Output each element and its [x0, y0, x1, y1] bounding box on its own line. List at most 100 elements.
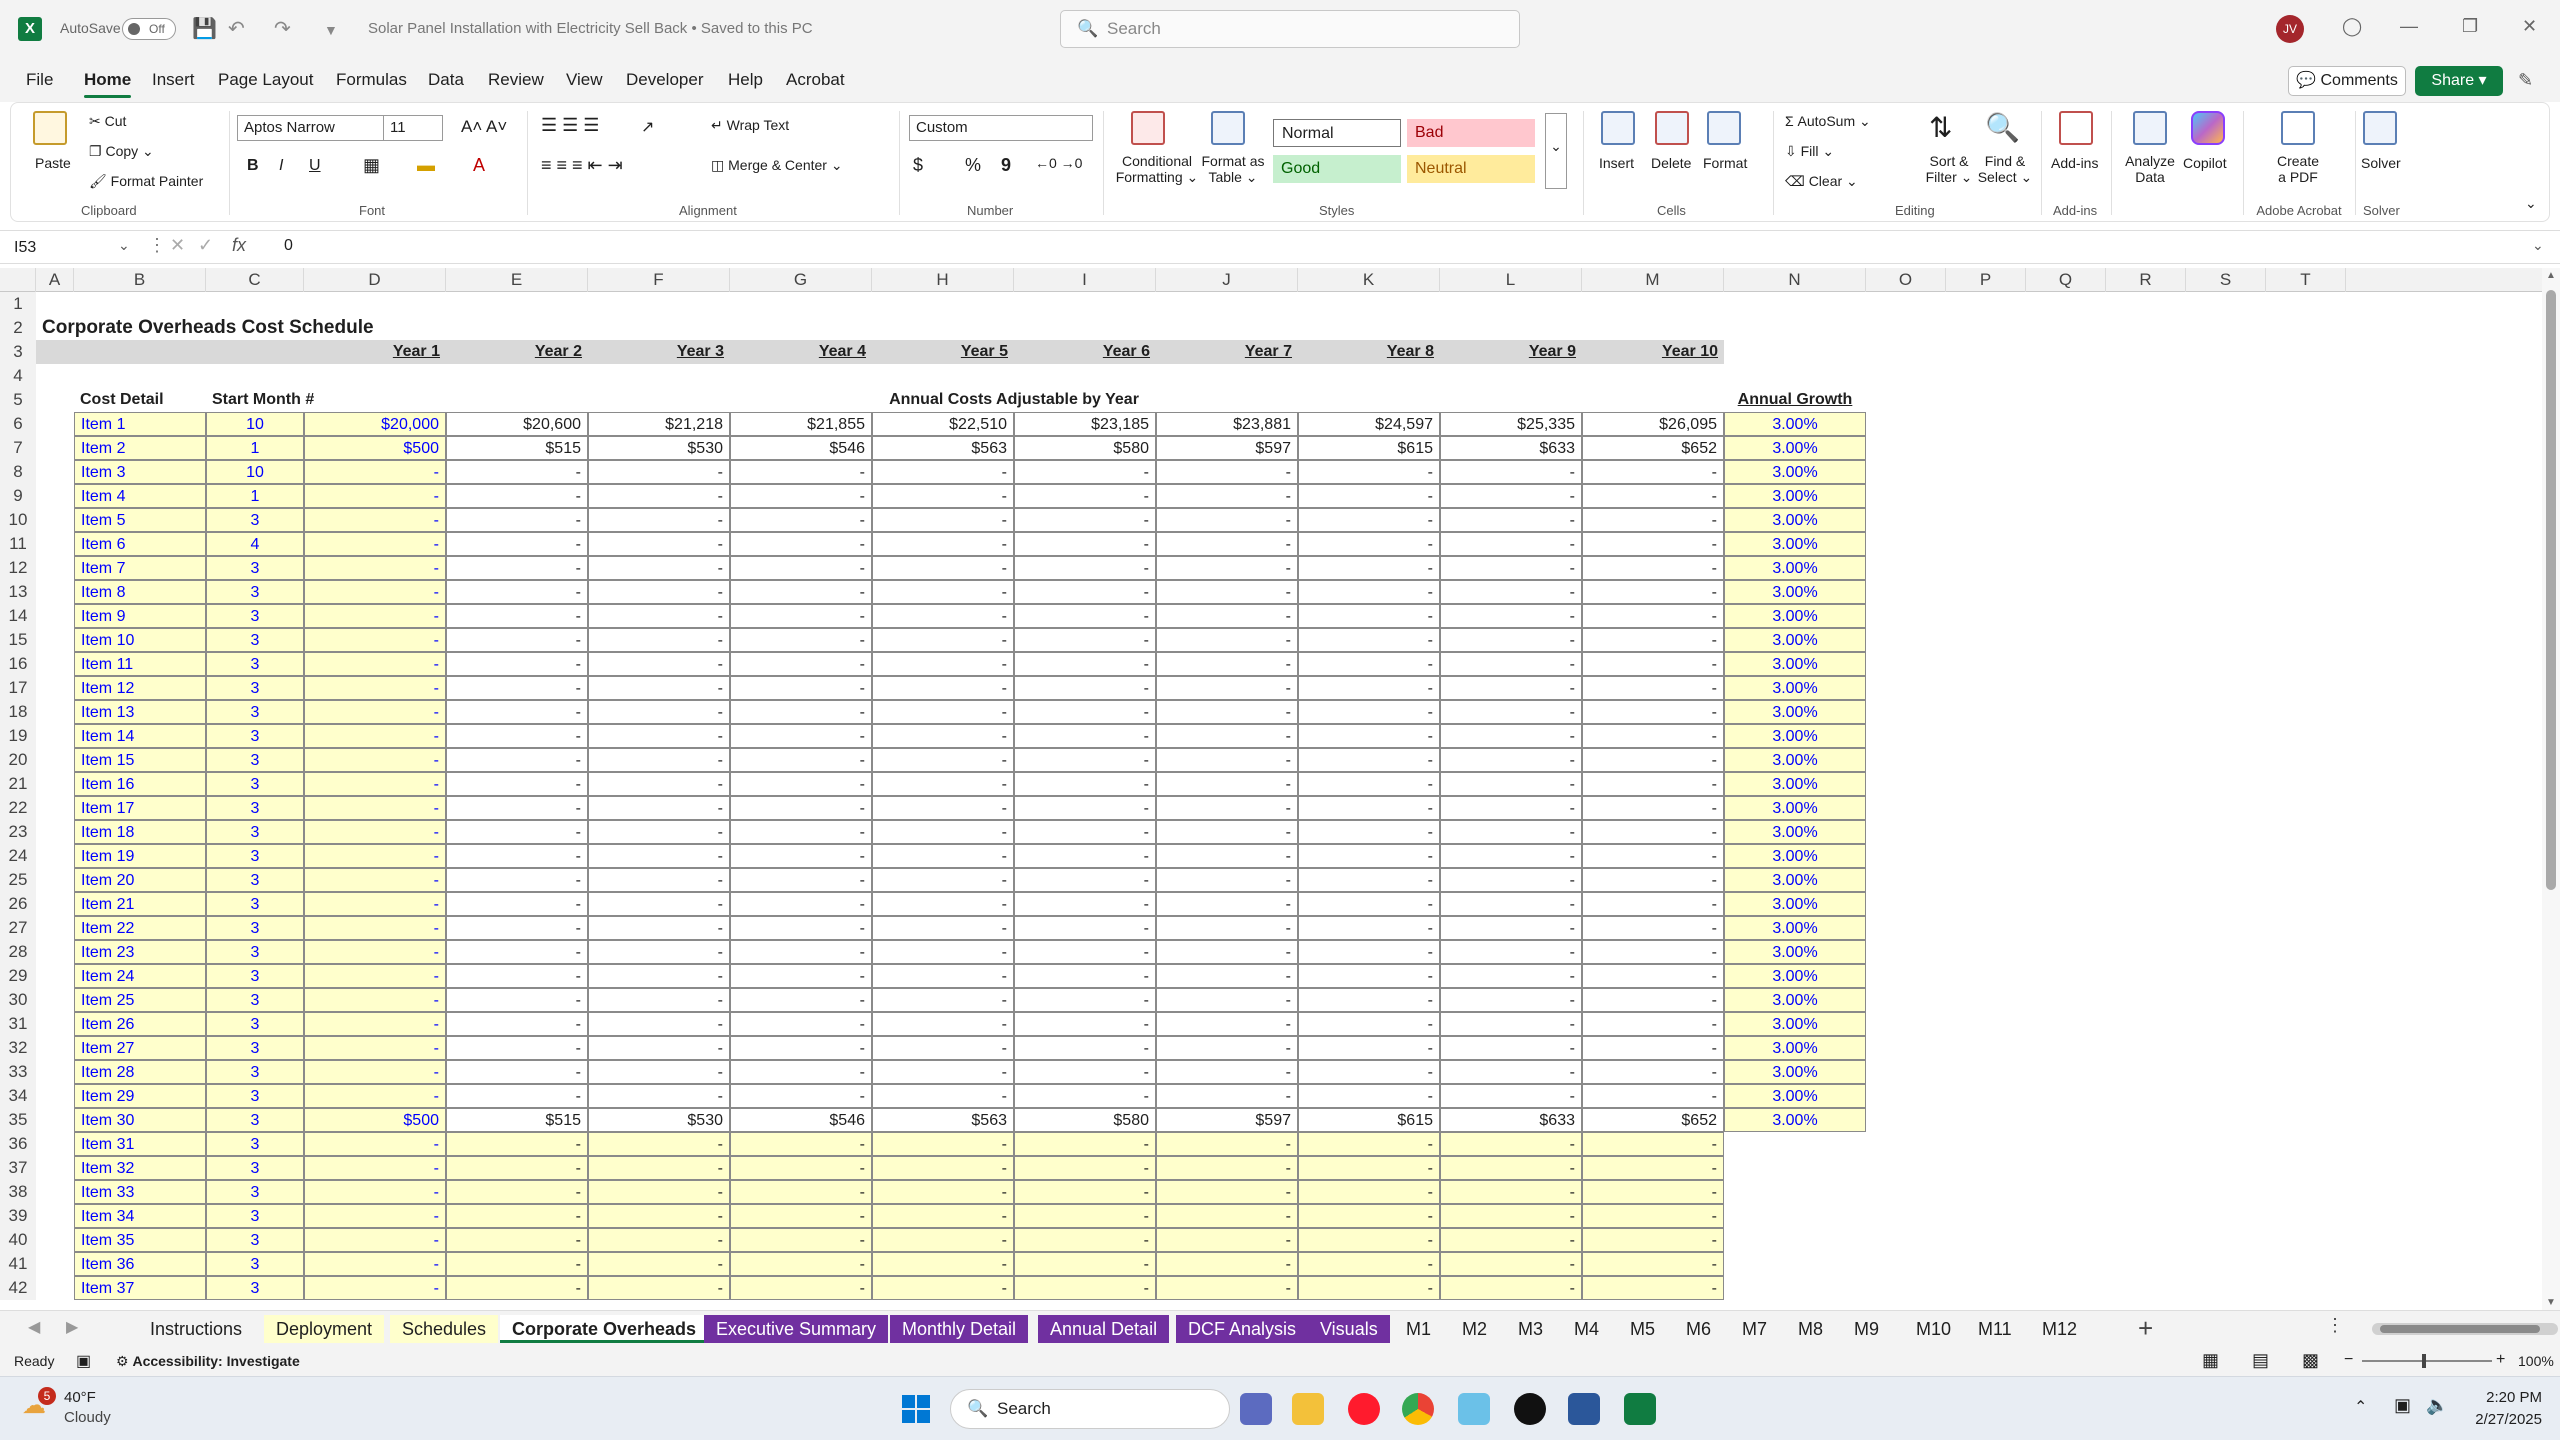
annual-growth-cell[interactable]: 3.00% [1724, 1012, 1866, 1036]
annual-cost-cell[interactable]: - [304, 628, 446, 652]
sheet-tab-m12[interactable]: M12 [2030, 1315, 2089, 1343]
start-month-cell[interactable]: 3 [206, 1228, 304, 1252]
annual-cost-cell[interactable]: - [1156, 724, 1298, 748]
annual-cost-cell[interactable]: - [1298, 1276, 1440, 1300]
column-header-s[interactable]: S [2186, 268, 2266, 292]
annual-growth-cell[interactable]: 3.00% [1724, 412, 1866, 436]
find-select-button[interactable]: Find & Select ⌄ [1975, 153, 2035, 186]
annual-cost-cell[interactable]: - [1298, 1012, 1440, 1036]
row-header[interactable]: 8 [0, 460, 36, 484]
sheet-tab-m3[interactable]: M3 [1506, 1315, 1555, 1343]
annual-cost-cell[interactable]: - [588, 652, 730, 676]
annual-cost-cell[interactable]: - [1014, 700, 1156, 724]
item-name-cell[interactable]: Item 25 [74, 988, 206, 1012]
item-name-cell[interactable]: Item 29 [74, 1084, 206, 1108]
format-cells-button[interactable]: Format [1703, 155, 1747, 171]
annual-cost-cell[interactable]: - [1014, 1012, 1156, 1036]
annual-growth-cell[interactable]: 3.00% [1724, 988, 1866, 1012]
item-name-cell[interactable]: Item 5 [74, 508, 206, 532]
row-header[interactable]: 22 [0, 796, 36, 820]
annual-cost-cell[interactable]: $615 [1298, 1108, 1440, 1132]
annual-cost-cell[interactable]: - [730, 820, 872, 844]
annual-cost-cell[interactable]: - [1298, 676, 1440, 700]
item-name-cell[interactable]: Item 34 [74, 1204, 206, 1228]
annual-cost-cell[interactable]: $563 [872, 1108, 1014, 1132]
annual-cost-cell[interactable]: $530 [588, 436, 730, 460]
annual-cost-cell[interactable]: - [588, 1276, 730, 1300]
cut-button[interactable]: ✂ Cut [89, 113, 126, 130]
annual-cost-cell[interactable]: - [304, 1156, 446, 1180]
annual-cost-cell[interactable]: - [1582, 1156, 1724, 1180]
name-box-dropdown-icon[interactable]: ⌄ [118, 237, 130, 254]
row-header[interactable]: 26 [0, 892, 36, 916]
annual-cost-cell[interactable]: - [446, 844, 588, 868]
annual-cost-cell[interactable]: - [588, 724, 730, 748]
annual-cost-cell[interactable]: - [730, 988, 872, 1012]
delete-cells-icon[interactable] [1655, 111, 1689, 145]
clock-time[interactable]: 2:20 PM [2470, 1389, 2542, 1406]
annual-cost-cell[interactable]: - [872, 532, 1014, 556]
annual-cost-cell[interactable]: - [304, 964, 446, 988]
annual-cost-cell[interactable]: - [1440, 1156, 1582, 1180]
row-header[interactable]: 17 [0, 676, 36, 700]
annual-cost-cell[interactable]: - [1014, 916, 1156, 940]
annual-cost-cell[interactable]: - [872, 604, 1014, 628]
annual-cost-cell[interactable]: - [1298, 484, 1440, 508]
start-month-cell[interactable]: 3 [206, 796, 304, 820]
annual-cost-cell[interactable]: - [588, 676, 730, 700]
style-normal[interactable]: Normal [1273, 119, 1401, 147]
row-header[interactable]: 1 [0, 292, 36, 316]
annual-cost-cell[interactable]: - [1156, 1180, 1298, 1204]
start-month-cell[interactable]: 10 [206, 460, 304, 484]
annual-cost-cell[interactable]: - [446, 1228, 588, 1252]
start-month-cell[interactable]: 3 [206, 868, 304, 892]
annual-cost-cell[interactable]: - [1440, 676, 1582, 700]
annual-cost-cell[interactable]: - [588, 988, 730, 1012]
annual-cost-cell[interactable]: - [1156, 748, 1298, 772]
annual-cost-cell[interactable]: - [304, 1204, 446, 1228]
minimize-icon[interactable]: — [2400, 16, 2418, 37]
annual-cost-cell[interactable]: - [1156, 1060, 1298, 1084]
accessibility-status[interactable]: ⚙ Accessibility: Investigate [116, 1353, 300, 1370]
annual-cost-cell[interactable]: $546 [730, 1108, 872, 1132]
annual-cost-cell[interactable]: - [446, 652, 588, 676]
annual-cost-cell[interactable]: - [1156, 556, 1298, 580]
feedback-icon[interactable]: ✎ [2518, 70, 2533, 91]
annual-cost-cell[interactable]: - [872, 868, 1014, 892]
sheet-tab-m4[interactable]: M4 [1562, 1315, 1611, 1343]
annual-growth-cell[interactable]: 3.00% [1724, 556, 1866, 580]
style-good[interactable]: Good [1273, 155, 1401, 183]
annual-growth-cell[interactable]: 3.00% [1724, 772, 1866, 796]
annual-cost-cell[interactable]: - [1440, 892, 1582, 916]
start-month-cell[interactable]: 1 [206, 484, 304, 508]
annual-cost-cell[interactable]: - [446, 892, 588, 916]
annual-cost-cell[interactable]: - [1156, 628, 1298, 652]
page-break-view-icon[interactable]: ▩ [2302, 1350, 2319, 1371]
item-name-cell[interactable]: Item 12 [74, 676, 206, 700]
annual-cost-cell[interactable]: - [1298, 1060, 1440, 1084]
annual-cost-cell[interactable]: $515 [446, 1108, 588, 1132]
start-month-cell[interactable]: 3 [206, 964, 304, 988]
item-name-cell[interactable]: Item 1 [74, 412, 206, 436]
italic-button[interactable]: I [279, 157, 283, 175]
annual-cost-cell[interactable]: - [730, 868, 872, 892]
annual-cost-cell[interactable]: - [446, 1012, 588, 1036]
item-name-cell[interactable]: Item 19 [74, 844, 206, 868]
annual-cost-cell[interactable]: $597 [1156, 436, 1298, 460]
annual-cost-cell[interactable]: - [1014, 748, 1156, 772]
annual-cost-cell[interactable]: - [730, 748, 872, 772]
annual-cost-cell[interactable]: - [1298, 604, 1440, 628]
annual-cost-cell[interactable]: - [588, 532, 730, 556]
sheet-tab-m1[interactable]: M1 [1394, 1315, 1443, 1343]
annual-cost-cell[interactable]: - [1156, 796, 1298, 820]
row-header[interactable]: 41 [0, 1252, 36, 1276]
annual-cost-cell[interactable]: - [872, 460, 1014, 484]
start-month-cell[interactable]: 3 [206, 556, 304, 580]
annual-cost-cell[interactable]: $615 [1298, 436, 1440, 460]
annual-cost-cell[interactable]: - [1298, 1084, 1440, 1108]
row-header[interactable]: 15 [0, 628, 36, 652]
year-header[interactable]: Year 6 [1014, 340, 1156, 364]
annual-cost-cell[interactable]: - [588, 604, 730, 628]
annual-growth-cell[interactable]: 3.00% [1724, 1108, 1866, 1132]
annual-cost-cell[interactable]: - [588, 1252, 730, 1276]
